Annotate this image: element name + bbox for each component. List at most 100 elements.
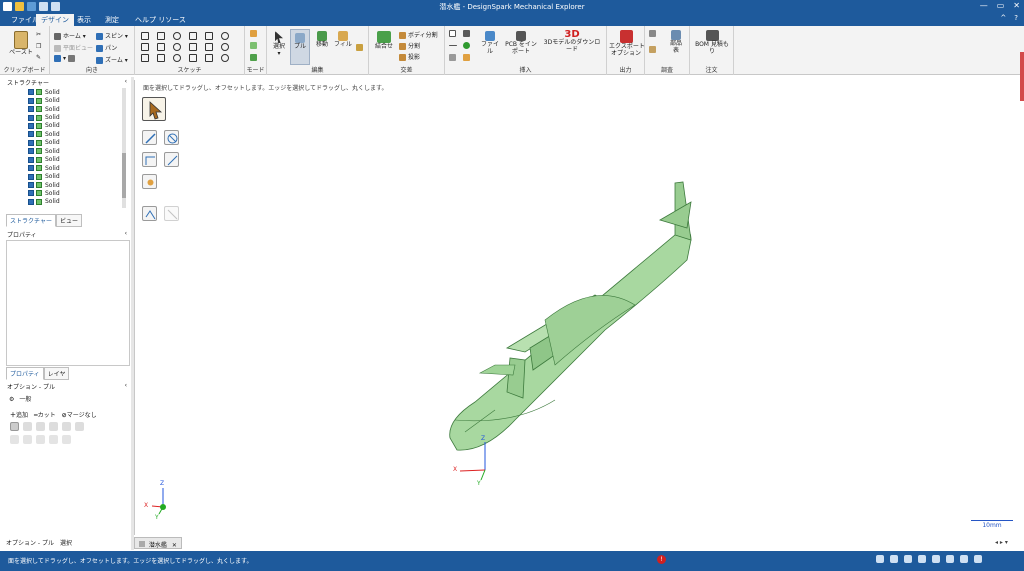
measure-option-icon[interactable] xyxy=(62,422,71,431)
visibility-checkbox[interactable] xyxy=(28,156,34,163)
section-mode-icon[interactable] xyxy=(250,42,259,49)
minimize-button[interactable]: — xyxy=(980,1,988,10)
restore-button[interactable]: ▭ xyxy=(997,1,1005,10)
tree-item[interactable]: Solid xyxy=(28,139,60,147)
status-spin-icon[interactable] xyxy=(876,555,884,563)
visibility-checkbox[interactable] xyxy=(28,190,34,197)
download-3d-button[interactable]: 3D 3Dモデルのダウンロード xyxy=(541,30,603,54)
tree-item[interactable]: Solid xyxy=(28,164,60,172)
select-button[interactable]: 選択 ▾ xyxy=(270,31,288,57)
parts-table-button[interactable]: 部品 表 xyxy=(664,30,688,54)
select-tool-button[interactable] xyxy=(142,97,166,121)
check-icon[interactable] xyxy=(649,46,658,53)
tab-measure[interactable]: 測定 xyxy=(100,14,124,26)
revolve-icon[interactable] xyxy=(23,435,32,444)
home-button[interactable]: ホーム ▾ xyxy=(54,31,86,40)
options-pin-icon[interactable]: ‹ xyxy=(125,382,127,389)
plane-icon[interactable] xyxy=(449,30,458,37)
add-option[interactable]: ＋追加 xyxy=(10,410,28,419)
visibility-checkbox[interactable] xyxy=(28,131,34,138)
sweep-icon[interactable] xyxy=(36,435,45,444)
pcb-import-button[interactable]: PCB をイン ポート xyxy=(504,31,538,55)
scroll-thumb[interactable] xyxy=(122,153,126,198)
tab-design[interactable]: デザイン xyxy=(36,14,74,26)
tree-item[interactable]: Solid xyxy=(28,105,60,113)
sphere-icon[interactable] xyxy=(463,42,472,49)
format-icon[interactable]: ✎ xyxy=(36,54,41,61)
bom-quote-button[interactable]: BOM 見積も り xyxy=(693,30,731,55)
tree-item[interactable]: Solid xyxy=(28,198,60,206)
view-cube-button[interactable]: ▾ xyxy=(54,55,77,62)
visibility-checkbox[interactable] xyxy=(28,89,34,96)
ellipse-icon[interactable] xyxy=(173,43,181,51)
tree-item[interactable]: Solid xyxy=(28,156,60,164)
status-pan-icon[interactable] xyxy=(918,555,926,563)
zoom-button[interactable]: ズーム ▾ xyxy=(96,55,128,64)
3d-viewport[interactable]: 面を選択してドラッグし、オフセットします。エッジを選択してドラッグし、丸くします… xyxy=(134,80,1020,535)
arc-icon[interactable] xyxy=(205,43,213,51)
spin-button[interactable]: スピン ▾ xyxy=(96,31,128,40)
up-to-icon[interactable] xyxy=(75,422,84,431)
status-orbit-icon[interactable] xyxy=(932,555,940,563)
split-button[interactable]: 分割 xyxy=(399,41,420,50)
point-icon[interactable] xyxy=(189,43,197,51)
origin-icon[interactable] xyxy=(449,54,458,61)
axis-icon[interactable] xyxy=(449,42,459,49)
visibility-checkbox[interactable] xyxy=(28,139,34,146)
copy-icon[interactable]: ❐ xyxy=(36,43,41,50)
visibility-checkbox[interactable] xyxy=(28,165,34,172)
cut-option[interactable]: ━カット xyxy=(34,410,56,419)
move-button[interactable]: 移動 xyxy=(313,31,331,48)
document-tab[interactable]: 潜水艦 ✕ xyxy=(134,537,182,549)
tree-item[interactable]: Solid xyxy=(28,122,60,130)
ruled-icon[interactable] xyxy=(49,422,58,431)
pivot-icon[interactable] xyxy=(36,422,45,431)
blend-option-icon[interactable] xyxy=(62,435,71,444)
fillet-icon[interactable] xyxy=(221,54,229,62)
fill-button[interactable]: フィル xyxy=(334,31,352,48)
sketch-mode-icon[interactable] xyxy=(250,30,259,37)
visibility-checkbox[interactable] xyxy=(28,97,34,104)
combine-button[interactable]: 結合せ xyxy=(372,31,396,50)
tree-item[interactable]: Solid xyxy=(28,88,60,96)
export-options-button[interactable]: エクスポート オプション xyxy=(609,30,645,57)
tree-item[interactable]: Solid xyxy=(28,96,60,104)
tab-structure[interactable]: ストラクチャー xyxy=(6,214,56,227)
complete-tool[interactable] xyxy=(142,206,157,221)
pan-button[interactable]: パン xyxy=(96,43,117,52)
pull-blocked-tool[interactable] xyxy=(164,130,179,145)
status-box-select-icon[interactable] xyxy=(904,555,912,563)
pull-edge-tool[interactable] xyxy=(142,152,157,167)
split-body-button[interactable]: ボディ分割 xyxy=(399,30,438,39)
line-icon[interactable] xyxy=(141,32,149,40)
tab-layers[interactable]: レイヤ xyxy=(43,367,70,380)
pivot-tool[interactable] xyxy=(142,174,157,189)
visibility-checkbox[interactable] xyxy=(28,173,34,180)
status-zoom-icon[interactable] xyxy=(946,555,954,563)
structure-scrollbar[interactable] xyxy=(122,88,126,208)
pull-direction-tool[interactable] xyxy=(142,130,157,145)
visibility-checkbox[interactable] xyxy=(28,198,34,205)
tab-display[interactable]: 表示 xyxy=(72,14,96,26)
offset-icon[interactable] xyxy=(173,54,181,62)
plane-view-button[interactable]: 平面ビュー xyxy=(54,43,93,52)
visibility-checkbox[interactable] xyxy=(28,148,34,155)
create-corner-icon[interactable] xyxy=(221,43,229,51)
tangent-arc-icon[interactable] xyxy=(141,43,149,51)
close-button[interactable]: ✕ xyxy=(1013,1,1020,10)
visibility-checkbox[interactable] xyxy=(28,106,34,113)
tab-help-resources[interactable]: ヘルプ リソース xyxy=(130,14,191,26)
options-general-section[interactable]: ⚙ 一般 xyxy=(9,394,31,403)
measure-icon[interactable] xyxy=(649,30,658,37)
trim-icon[interactable] xyxy=(157,54,165,62)
collapse-ribbon-icon[interactable]: ^ xyxy=(1000,14,1006,22)
tree-item[interactable]: Solid xyxy=(28,181,60,189)
pull-button[interactable]: プル xyxy=(290,29,310,65)
polygon-icon[interactable] xyxy=(157,43,165,51)
properties-pin-icon[interactable]: ‹ xyxy=(125,230,127,237)
tree-item[interactable]: Solid xyxy=(28,172,60,180)
tab-properties[interactable]: プロパティ xyxy=(6,367,44,380)
tab-options-pull[interactable]: オプション - プル xyxy=(6,538,54,547)
project-button[interactable]: 投影 xyxy=(399,52,420,61)
visibility-checkbox[interactable] xyxy=(28,114,34,121)
